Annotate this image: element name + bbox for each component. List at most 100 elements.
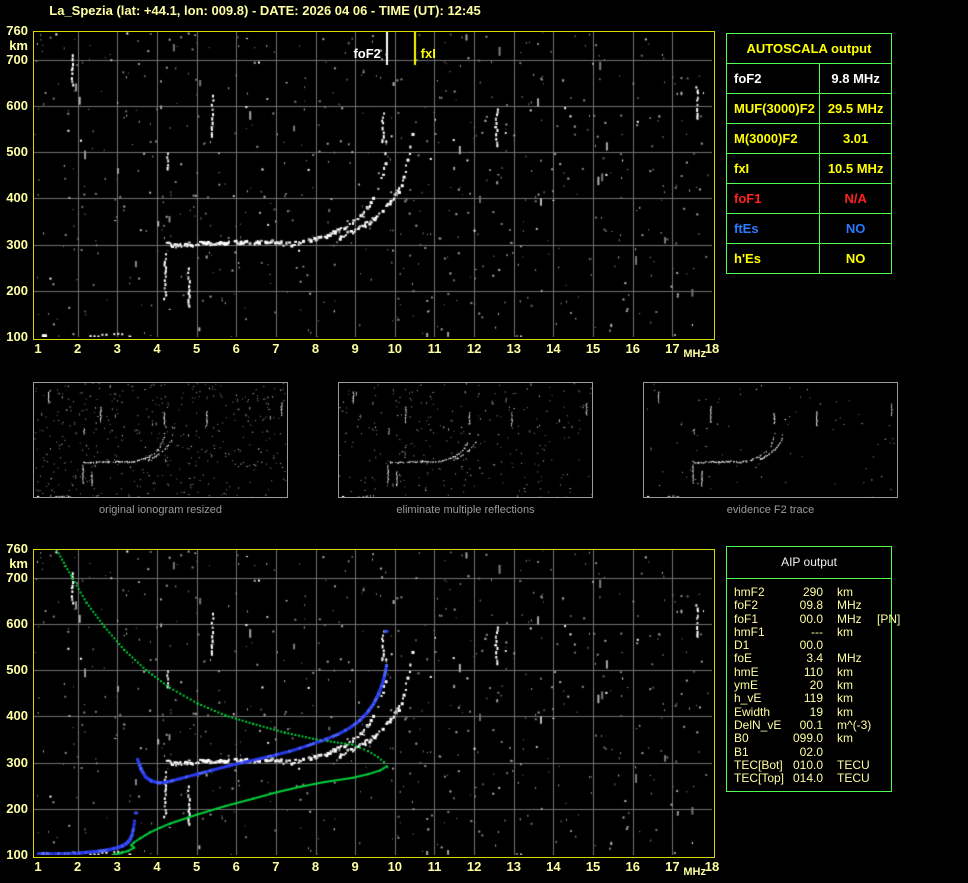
aip-unit: km <box>837 624 853 639</box>
aip-extra <box>877 772 889 785</box>
aip-label: ymE <box>734 678 758 693</box>
aip-table-row: B1 02.0 <box>734 744 889 759</box>
aip-extra <box>877 639 889 652</box>
x-axis-unit-label: MHz <box>683 348 706 360</box>
thumbnail-original-ionogram <box>33 382 288 498</box>
x-tick-label: 8 <box>311 341 320 356</box>
aip-unit <box>837 746 877 759</box>
aip-label: TEC[Top] <box>734 771 785 786</box>
x-tick-label: 13 <box>506 859 521 874</box>
aip-extra: [PN] <box>877 611 901 626</box>
aip-unit: m^(-3) <box>837 717 872 732</box>
aip-unit: TECU <box>837 757 870 772</box>
aip-extra <box>877 599 889 612</box>
aip-unit: TECU <box>837 771 870 786</box>
x-tick-label: 3 <box>113 859 121 874</box>
aip-label: hmF2 <box>734 585 765 599</box>
autoscala-param-label: foF2 <box>725 63 821 94</box>
thumbnail-canvas-3 <box>644 383 897 497</box>
aip-value: 290 <box>802 585 823 599</box>
y-tick-label: 760 <box>6 23 28 38</box>
x-tick-label: 12 <box>466 859 482 874</box>
y-tick-label: 760 <box>6 541 28 556</box>
autoscala-table-row: h'Es NO <box>725 243 892 274</box>
aip-table-header: AIP output <box>781 555 837 569</box>
x-tick-label: 6 <box>232 859 240 874</box>
x-tick-label: 3 <box>113 341 121 356</box>
aip-value: 02.0 <box>799 744 823 759</box>
aip-table-row: hmF2 290 km <box>734 585 889 599</box>
aip-unit: MHz <box>837 611 862 626</box>
aip-table-row: foE 3.4 MHz <box>734 651 889 666</box>
ionogram-plot-bottom <box>33 549 715 858</box>
y-tick-label: 300 <box>6 754 28 770</box>
fxI-marker-label: fxI <box>420 46 436 61</box>
aip-label: B1 <box>734 744 749 759</box>
aip-extra <box>877 666 889 679</box>
ionogram-plot-top: foF2 fxI <box>33 31 715 340</box>
thumbnail-caption-3: evidence F2 trace <box>726 504 815 516</box>
aip-table-row: TEC[Bot] 010.0 TECU <box>734 757 889 772</box>
aip-label: foF2 <box>734 598 759 613</box>
x-tick-label: 15 <box>585 341 601 356</box>
thumbnail-evidence-f2 <box>643 382 898 498</box>
aip-value: 110 <box>803 664 823 679</box>
autoscala-param-value: N/A <box>819 183 892 214</box>
aip-label: Ewidth <box>734 704 771 719</box>
aip-value: 119 <box>803 691 823 706</box>
aip-label: TEC[Bot] <box>734 757 783 772</box>
x-tick-label: 11 <box>427 859 442 874</box>
aip-value: 014.0 <box>792 771 823 786</box>
x-tick-label: 9 <box>351 341 359 356</box>
aip-extra <box>877 692 889 705</box>
aip-unit: km <box>837 691 853 706</box>
autoscala-param-value: 9.8 MHz <box>819 63 892 94</box>
thumbnail-caption-2: eliminate multiple reflections <box>396 504 535 516</box>
y-tick-label: 200 <box>6 800 28 816</box>
autoscala-param-value: 10.5 MHz <box>819 153 892 184</box>
aip-unit: km <box>837 664 853 679</box>
aip-table-row: ymE 20 km <box>734 678 889 693</box>
aip-table-row: D1 00.0 <box>734 638 889 653</box>
autoscala-param-value: 29.5 MHz <box>819 93 892 124</box>
autoscala-param-label: ftEs <box>725 213 821 244</box>
x-tick-label: 4 <box>153 341 161 356</box>
autoscala-param-label: M(3000)F2 <box>725 123 821 154</box>
x-tick-label: 5 <box>192 859 201 874</box>
aip-table-row: h_vE 119 km <box>734 691 889 706</box>
aip-value: 3.4 <box>806 651 823 666</box>
y-tick-label: 700 <box>6 51 28 67</box>
y-tick-label: 100 <box>6 329 28 344</box>
aip-unit: km <box>837 678 853 693</box>
autoscala-param-label: MUF(3000)F2 <box>725 93 821 124</box>
x-tick-label: 1 <box>34 341 42 356</box>
x-tick-label: 9 <box>351 859 359 874</box>
y-tick-label: 100 <box>6 847 28 862</box>
aip-label: foF1 <box>734 611 759 626</box>
aip-table-row: DelN_vE 00.1 m^(-3) <box>734 717 889 732</box>
x-axis-unit-label: MHz <box>683 866 706 878</box>
y-tick-label: 600 <box>6 97 28 113</box>
autoscala-table-row: MUF(3000)F2 29.5 MHz <box>725 93 892 124</box>
autoscala-param-label: foF1 <box>725 183 821 214</box>
y-tick-label: 500 <box>6 662 28 678</box>
autoscala-param-value: NO <box>819 213 892 244</box>
aip-label: DelN_vE <box>734 717 782 732</box>
x-tick-label: 16 <box>625 341 640 356</box>
aip-value: 00.0 <box>799 638 823 653</box>
y-tick-label: 500 <box>6 144 28 160</box>
aip-unit <box>837 639 877 652</box>
aip-value: 099.0 <box>792 731 823 746</box>
station-title: La_Spezia (lat: +44.1, lon: 009.8) - DAT… <box>49 3 481 18</box>
aip-label: hmE <box>734 664 759 679</box>
aip-value: 20 <box>809 678 823 693</box>
aip-value: 09.8 <box>799 598 823 613</box>
x-tick-label: 13 <box>506 341 521 356</box>
x-tick-label: 16 <box>625 859 640 874</box>
aip-extra <box>877 759 889 772</box>
x-tick-label: 1 <box>34 859 42 874</box>
aip-unit: km <box>837 731 853 746</box>
aip-extra <box>877 732 889 745</box>
x-tick-label: 6 <box>232 341 240 356</box>
y-tick-label: 400 <box>6 190 28 206</box>
